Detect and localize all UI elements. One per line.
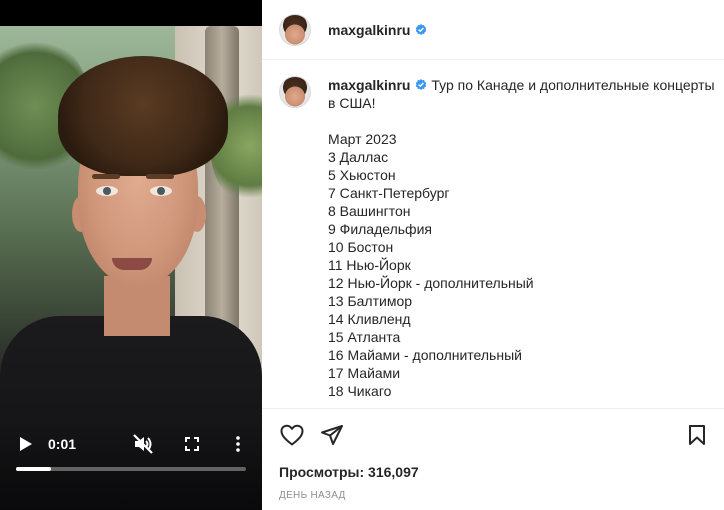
tour-date-item: 18 Чикаго [328,383,392,399]
tour-date-item: 13 Балтимор [328,293,413,309]
bookmark-icon [689,425,705,445]
post-header: maxgalkinru [262,0,724,60]
heart-icon [280,424,304,446]
tour-date-item: 16 Майами - дополнительный [328,347,522,363]
tour-dates: Март 2023 3 Даллас 5 Хьюстон 7 Санкт-Пет… [328,130,724,400]
tour-month: Март 2023 [328,131,397,147]
like-button[interactable] [279,422,305,448]
share-button[interactable] [319,422,345,448]
caption-body: maxgalkinru Тур по Канаде и дополнительн… [328,76,724,400]
person-eye [150,186,172,196]
video-progress-fill [16,467,51,471]
tour-date-item: 7 Санкт-Петербург [328,185,450,201]
video-player[interactable]: 0:01 [0,0,262,510]
fullscreen-button[interactable] [180,432,204,456]
person-brow [92,174,120,179]
tour-date-item: 14 Кливленд [328,311,411,327]
video-current-time: 0:01 [48,436,77,452]
person-mouth [112,258,152,270]
tour-date-item: 8 Вашингтон [328,203,411,219]
save-button[interactable] [684,422,710,448]
post-timestamp[interactable]: ДЕНЬ НАЗАД [279,490,346,501]
tour-date-item: 11 Нью-Йорк [328,257,411,273]
tour-date-item: 5 Хьюстон [328,167,396,183]
paper-plane-icon [321,425,343,445]
tour-date-item: 3 Даллас [328,149,389,165]
header-username[interactable]: maxgalkinru [328,22,410,38]
verified-badge-icon [415,23,427,36]
view-count: Просмотры: 316,097 [279,464,419,480]
tour-date-item: 9 Филадельфия [328,221,432,237]
more-options-button[interactable] [228,432,248,456]
play-icon [20,437,32,451]
avatar[interactable] [279,76,311,108]
person-brow [146,174,174,179]
post-caption: maxgalkinru Тур по Канаде и дополнительн… [279,76,724,400]
mute-button[interactable] [130,431,156,457]
person-hair [58,56,228,176]
play-button[interactable] [14,432,38,456]
caption-username[interactable]: maxgalkinru [328,77,410,93]
post-actions [279,422,709,448]
fullscreen-icon [185,437,199,451]
verified-badge-icon [415,79,427,91]
avatar[interactable] [279,13,311,46]
section-divider [262,408,724,409]
tour-date-item: 15 Атланта [328,329,401,345]
post-side-panel: maxgalkinru maxgalkinru Тур по Канаде и … [262,0,724,510]
person-eye [96,186,118,196]
video-progress-bar[interactable] [16,467,246,471]
speaker-muted-icon [133,434,153,454]
more-vertical-icon [236,436,240,452]
tour-date-item: 10 Бостон [328,239,394,255]
tour-date-item: 17 Майами [328,365,401,381]
tour-date-item: 12 Нью-Йорк - дополнительный [328,275,534,291]
